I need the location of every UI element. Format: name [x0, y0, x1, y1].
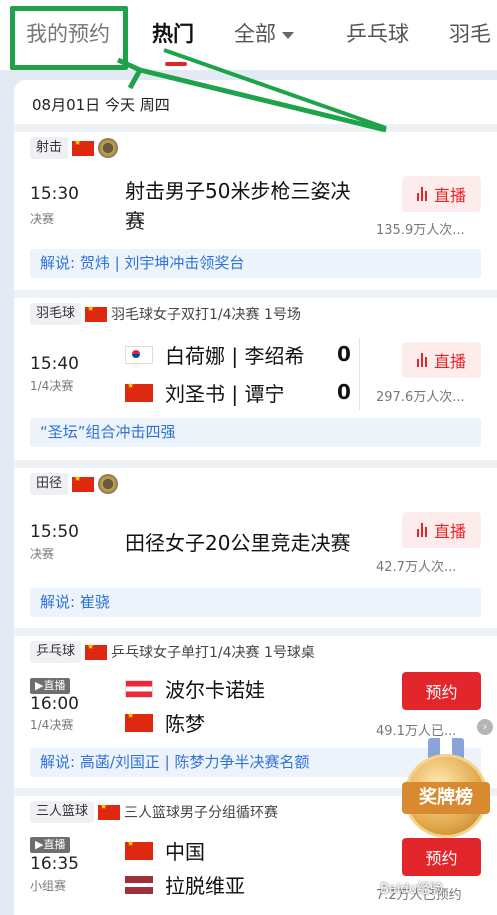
china-flag-icon	[125, 839, 153, 860]
team-row: 拉脱维亚	[125, 870, 245, 899]
event-card-shooting[interactable]: 射击 15:30 决赛 射击男子50米步枪三姿决 赛 直播 135.9万人次..…	[14, 136, 497, 290]
event-title-line2: 赛	[125, 209, 145, 233]
event-header: 乒乓球 乒乓球女子单打1/4决赛 1号球桌	[30, 640, 315, 664]
event-stage: 决赛	[30, 212, 55, 226]
event-time: 15:30	[30, 184, 79, 204]
live-button[interactable]: 直播	[402, 512, 481, 548]
live-status-tag: ▶直播	[30, 837, 71, 853]
sport-tag: 三人篮球	[30, 801, 95, 823]
active-tab-indicator	[165, 62, 187, 66]
event-stage: 决赛	[30, 547, 55, 561]
china-flag-icon	[98, 802, 121, 820]
live-button-label: 直播	[433, 352, 466, 371]
team-row: 中国	[125, 836, 205, 865]
event-header: 田径	[30, 472, 119, 496]
live-button[interactable]: 直播	[402, 342, 481, 378]
divider	[14, 628, 497, 636]
live-button-label: 直播	[433, 186, 466, 205]
event-header: 射击	[30, 136, 119, 160]
event-card-athletics[interactable]: 田径 15:50 决赛 田径女子20公里竞走决赛 直播 42.7万人次... 解…	[14, 472, 497, 630]
book-button[interactable]: 预约	[402, 672, 481, 710]
view-count: 49.1万人已...	[376, 724, 457, 739]
austria-flag-icon	[125, 679, 153, 698]
tab-table-tennis[interactable]: 乒乓球	[346, 18, 409, 48]
live-bars-icon	[416, 187, 429, 201]
live-status-tag: ▶直播	[30, 678, 71, 694]
view-count: 42.7万人次...	[376, 560, 457, 575]
korea-flag-icon	[125, 345, 153, 364]
china-flag-icon	[72, 138, 95, 156]
live-button[interactable]: 直播	[402, 176, 481, 212]
commentary-bar[interactable]: 解说: 贺炜 | 刘宇坤冲击领奖台	[30, 249, 481, 278]
divider	[14, 290, 497, 298]
divider	[359, 338, 360, 410]
tab-badminton[interactable]: 羽毛	[449, 18, 491, 48]
view-count: 135.9万人次...	[376, 223, 465, 238]
medal-icon	[98, 138, 119, 158]
team-row: 刘圣书 | 谭宁	[125, 378, 284, 407]
event-description: 羽毛球女子双打1/4决赛 1号场	[111, 307, 301, 323]
medal-ranking-float[interactable]: 奖牌榜	[402, 738, 490, 856]
event-stage: 1/4决赛	[30, 379, 74, 393]
tab-hot[interactable]: 热门	[152, 18, 194, 48]
event-title: 射击男子50米步枪三姿决 赛	[125, 176, 350, 236]
divider	[14, 460, 497, 468]
event-stage: 1/4决赛	[30, 718, 74, 732]
team-name: 白荷娜 | 李绍希	[165, 344, 305, 368]
date-header: 08月01日 今天 周四	[32, 96, 170, 114]
team-row: 波尔卡诺娃	[125, 674, 265, 703]
event-stage: 小组赛	[30, 879, 67, 893]
team-name: 刘圣书 | 谭宁	[165, 382, 285, 406]
team-score: 0	[337, 380, 351, 404]
commentary-bar[interactable]: “圣坛”组合冲击四强	[30, 418, 481, 447]
sport-tag: 乒乓球	[30, 641, 82, 663]
live-bars-icon	[416, 353, 429, 367]
tab-all[interactable]: 全部	[234, 18, 294, 48]
event-header: 羽毛球 羽毛球女子双打1/4决赛 1号场	[30, 302, 301, 326]
tab-all-label: 全部	[234, 22, 276, 46]
chevron-down-icon	[282, 31, 294, 39]
china-flag-icon	[72, 474, 95, 492]
team-score: 0	[337, 342, 351, 366]
chevron-right-icon[interactable]: ›	[477, 719, 493, 735]
medal-icon	[98, 474, 119, 494]
event-description: 三人篮球男子分组循环赛	[124, 805, 279, 821]
sport-tag: 田径	[30, 473, 69, 495]
event-title: 田径女子20公里竞走决赛	[125, 531, 351, 555]
team-name: 波尔卡诺娃	[165, 678, 265, 702]
event-time: 16:35	[30, 854, 79, 874]
event-description: 乒乓球女子单打1/4决赛 1号球桌	[111, 645, 315, 661]
team-row: 白荷娜 | 李绍希	[125, 340, 304, 369]
live-button-label: 直播	[433, 522, 466, 541]
team-name: 陈梦	[165, 712, 205, 736]
sport-tag: 羽毛球	[30, 303, 82, 325]
event-time: 16:00	[30, 694, 79, 714]
medal-ranking-label: 奖牌榜	[402, 782, 490, 814]
china-flag-icon	[125, 381, 153, 402]
commentary-bar[interactable]: 解说: 崔骁	[30, 588, 481, 617]
event-time: 15:40	[30, 354, 79, 374]
highlight-box	[10, 6, 128, 70]
team-name: 拉脱维亚	[165, 874, 245, 898]
team-row: 陈梦	[125, 708, 205, 737]
event-header: 三人篮球 三人篮球男子分组循环赛	[30, 800, 278, 824]
china-flag-icon	[85, 304, 108, 322]
china-flag-icon	[125, 711, 153, 732]
event-title-line1: 射击男子50米步枪三姿决	[125, 179, 351, 203]
event-card-badminton[interactable]: 羽毛球 羽毛球女子双打1/4决赛 1号场 15:40 1/4决赛 白荷娜 | 李…	[14, 302, 497, 460]
team-name: 中国	[165, 840, 205, 864]
event-time: 15:50	[30, 522, 79, 542]
view-count: 297.6万人次...	[376, 390, 465, 405]
divider	[14, 124, 497, 132]
sport-tag: 射击	[30, 137, 69, 159]
watermark: Baidu经验	[380, 882, 443, 897]
latvia-flag-icon	[125, 875, 153, 894]
live-bars-icon	[416, 523, 429, 537]
china-flag-icon	[85, 642, 108, 660]
